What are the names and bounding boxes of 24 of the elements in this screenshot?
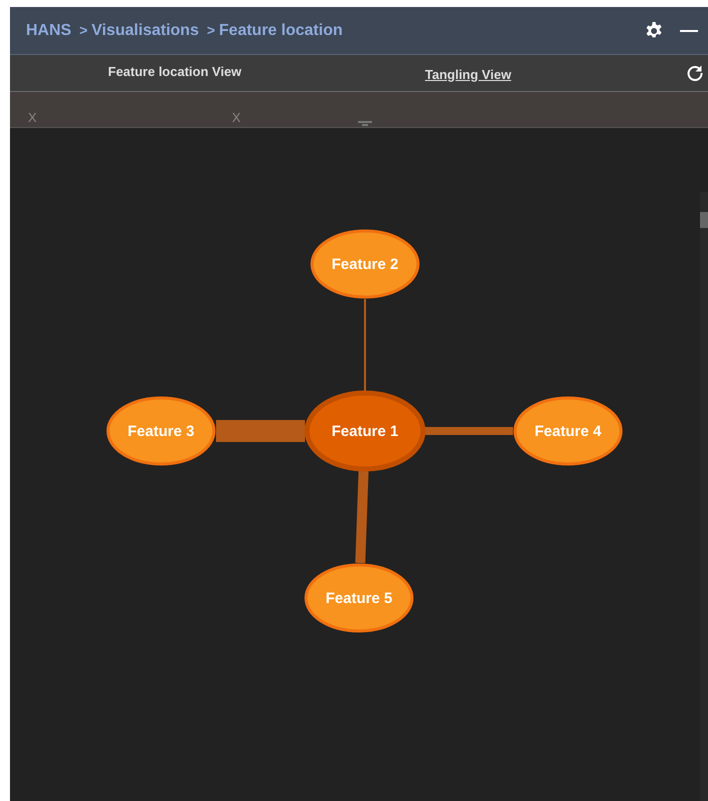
graph-node[interactable] — [304, 564, 414, 632]
view-tab[interactable]: Feature location View — [108, 62, 242, 82]
breadcrumb-separator: > — [206, 21, 216, 40]
minimize-icon[interactable] — [680, 30, 698, 32]
breadcrumb-link[interactable]: HANS — [26, 18, 72, 42]
scrollbar[interactable] — [700, 192, 708, 801]
node-label: Feature 4 — [534, 423, 602, 440]
node-label: Feature 2 — [332, 256, 398, 273]
node-label: Feature 1 — [332, 423, 398, 440]
node-label: Feature 5 — [326, 590, 392, 607]
breadcrumb-link[interactable]: Visualisations — [92, 18, 199, 42]
refresh-icon[interactable] — [686, 64, 704, 82]
settings-icon[interactable] — [644, 20, 664, 40]
graph-node[interactable] — [514, 396, 622, 466]
graph-node[interactable] — [310, 230, 420, 298]
close-mark[interactable]: X — [232, 108, 241, 127]
graph-node[interactable] — [304, 390, 426, 472]
breadcrumb-separator: > — [79, 21, 88, 40]
breadcrumb-link[interactable]: Feature location — [219, 18, 343, 42]
close-mark[interactable]: X — [28, 108, 37, 127]
view-tab[interactable]: Tangling View — [425, 64, 512, 84]
graph-node[interactable] — [106, 396, 216, 466]
scrollbar-thumb[interactable] — [700, 212, 708, 228]
node-label: Feature 3 — [128, 423, 194, 440]
